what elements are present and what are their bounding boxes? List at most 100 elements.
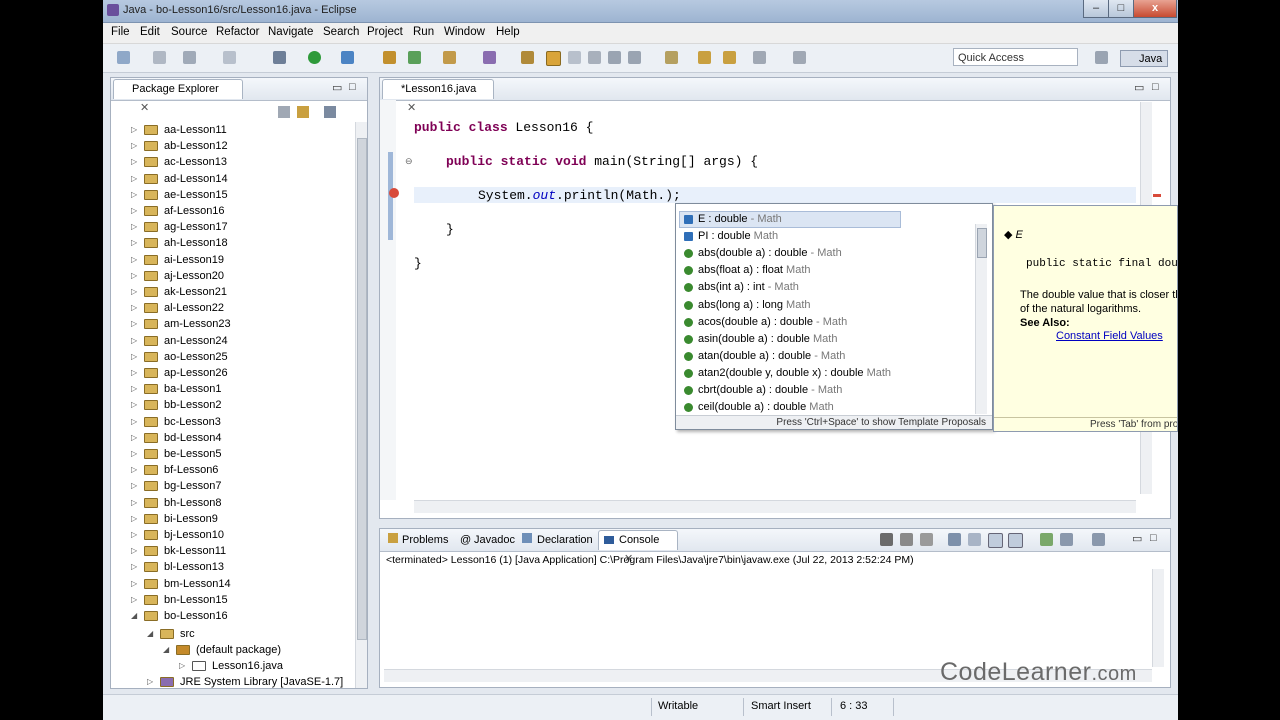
nav-next-icon[interactable] (753, 51, 766, 64)
collapsed-arrow-icon[interactable]: ▷ (131, 122, 139, 138)
open-type-icon[interactable] (483, 51, 496, 64)
menu-file[interactable]: File (111, 26, 130, 38)
proposal-scrollbar[interactable] (975, 224, 987, 414)
collapsed-arrow-icon[interactable]: ▷ (147, 674, 155, 690)
editor-horizontal-scrollbar[interactable] (414, 500, 1136, 513)
open-perspective-icon[interactable] (1095, 51, 1108, 64)
toggle-block-selection-icon[interactable] (568, 51, 581, 64)
collapsed-arrow-icon[interactable]: ▷ (131, 219, 139, 235)
collapsed-arrow-icon[interactable]: ▷ (131, 576, 139, 592)
show-whitespace-icon[interactable] (588, 51, 601, 64)
collapsed-arrow-icon[interactable]: ▷ (131, 187, 139, 203)
terminate-icon[interactable] (880, 533, 893, 546)
expanded-arrow-icon[interactable]: ◢ (147, 626, 155, 642)
collapsed-arrow-icon[interactable]: ▷ (131, 235, 139, 251)
maximize-button[interactable]: □ (1108, 0, 1134, 18)
last-edit-icon[interactable] (665, 51, 678, 64)
fold-icon[interactable]: ⊖ (405, 156, 413, 167)
collapsed-arrow-icon[interactable]: ▷ (131, 381, 139, 397)
collapsed-arrow-icon[interactable]: ▷ (131, 430, 139, 446)
java-perspective-button[interactable]: Java (1120, 50, 1168, 67)
tab-javadoc[interactable]: Javadoc (474, 534, 515, 546)
collapsed-arrow-icon[interactable]: ▷ (131, 203, 139, 219)
console-vertical-scrollbar[interactable] (1152, 569, 1164, 667)
collapsed-arrow-icon[interactable]: ▷ (131, 138, 139, 154)
collapsed-arrow-icon[interactable]: ▷ (131, 300, 139, 316)
error-icon[interactable] (389, 188, 399, 198)
annotation-next-icon[interactable] (628, 51, 641, 64)
tab-lesson16-java[interactable]: *Lesson16.java ✕ (382, 79, 494, 114)
toggle-mark-occurrences-icon[interactable] (546, 51, 561, 66)
back-icon[interactable] (698, 51, 711, 64)
menu-help[interactable]: Help (496, 26, 520, 38)
expanded-arrow-icon[interactable]: ◢ (163, 642, 171, 658)
collapsed-arrow-icon[interactable]: ▷ (131, 316, 139, 332)
collapsed-arrow-icon[interactable]: ▷ (131, 592, 139, 608)
word-wrap-icon[interactable] (968, 533, 981, 546)
collapsed-arrow-icon[interactable]: ▷ (131, 495, 139, 511)
close-tab-icon[interactable]: ✕ (407, 102, 416, 114)
maximize-editor-icon[interactable]: □ (1152, 81, 1159, 93)
external-tools-icon[interactable] (341, 51, 354, 64)
show-console-error-icon[interactable] (1008, 533, 1023, 548)
remove-all-icon[interactable] (920, 533, 933, 546)
tab-problems[interactable]: Problems (402, 534, 448, 546)
open-console-icon[interactable] (1092, 533, 1105, 546)
code-line-3[interactable]: System.out.println(Math.); (478, 188, 681, 203)
new-class-icon[interactable] (443, 51, 456, 64)
scroll-thumb[interactable] (357, 138, 367, 640)
collapsed-arrow-icon[interactable]: ▷ (179, 658, 187, 674)
collapsed-arrow-icon[interactable]: ▷ (131, 365, 139, 381)
quick-access-input[interactable]: Quick Access (953, 48, 1078, 66)
package-explorer-scrollbar[interactable] (355, 122, 367, 688)
collapsed-arrow-icon[interactable]: ▷ (131, 511, 139, 527)
menu-project[interactable]: Project (367, 26, 403, 38)
constant-field-values-link[interactable]: Constant Field Values (1056, 330, 1163, 342)
overview-error-marker[interactable] (1153, 194, 1161, 197)
collapsed-arrow-icon[interactable]: ▷ (131, 527, 139, 543)
show-console-output-icon[interactable] (988, 533, 1003, 548)
minimize-console-icon[interactable]: ▭ (1132, 532, 1142, 545)
menu-search[interactable]: Search (323, 26, 359, 38)
collapsed-arrow-icon[interactable]: ▷ (131, 478, 139, 494)
close-tab-icon[interactable]: ✕ (140, 102, 149, 114)
close-button[interactable]: x (1133, 0, 1177, 18)
scroll-thumb[interactable] (977, 228, 987, 258)
menu-edit[interactable]: Edit (140, 26, 160, 38)
collapsed-arrow-icon[interactable]: ▷ (131, 252, 139, 268)
collapsed-arrow-icon[interactable]: ▷ (131, 268, 139, 284)
menu-navigate[interactable]: Navigate (268, 26, 313, 38)
collapsed-arrow-icon[interactable]: ▷ (131, 171, 139, 187)
pin-icon[interactable] (793, 51, 806, 64)
link-with-editor-icon[interactable] (297, 106, 309, 118)
save-icon[interactable] (153, 51, 166, 64)
remove-launch-icon[interactable] (900, 533, 913, 546)
collapsed-arrow-icon[interactable]: ▷ (131, 446, 139, 462)
collapsed-arrow-icon[interactable]: ▷ (131, 154, 139, 170)
paragraph-icon[interactable] (608, 51, 621, 64)
collapse-all-icon[interactable] (278, 106, 290, 118)
tab-declaration[interactable]: Declaration (537, 534, 593, 546)
minimize-editor-icon[interactable]: ▭ (1134, 81, 1144, 94)
collapsed-arrow-icon[interactable]: ▷ (131, 397, 139, 413)
menu-source[interactable]: Source (171, 26, 207, 38)
maximize-view-icon[interactable]: □ (349, 81, 356, 93)
expanded-arrow-icon[interactable]: ◢ (131, 608, 139, 624)
search-icon[interactable] (521, 51, 534, 64)
pin-console-icon[interactable] (1040, 533, 1053, 546)
code-line-5[interactable]: } (414, 256, 422, 271)
scroll-lock-icon[interactable] (948, 533, 961, 546)
minimize-view-icon[interactable]: ▭ (332, 81, 342, 94)
code-line-1[interactable]: public class Lesson16 { (414, 120, 593, 135)
menu-refactor[interactable]: Refactor (216, 26, 259, 38)
collapsed-arrow-icon[interactable]: ▷ (131, 559, 139, 575)
collapsed-arrow-icon[interactable]: ▷ (131, 333, 139, 349)
menu-window[interactable]: Window (444, 26, 485, 38)
collapsed-arrow-icon[interactable]: ▷ (131, 349, 139, 365)
collapsed-arrow-icon[interactable]: ▷ (131, 543, 139, 559)
cut-icon[interactable] (223, 51, 236, 64)
view-menu-icon[interactable] (324, 106, 336, 118)
minimize-button[interactable]: – (1083, 0, 1109, 18)
display-console-icon[interactable] (1060, 533, 1073, 546)
collapsed-arrow-icon[interactable]: ▷ (131, 462, 139, 478)
